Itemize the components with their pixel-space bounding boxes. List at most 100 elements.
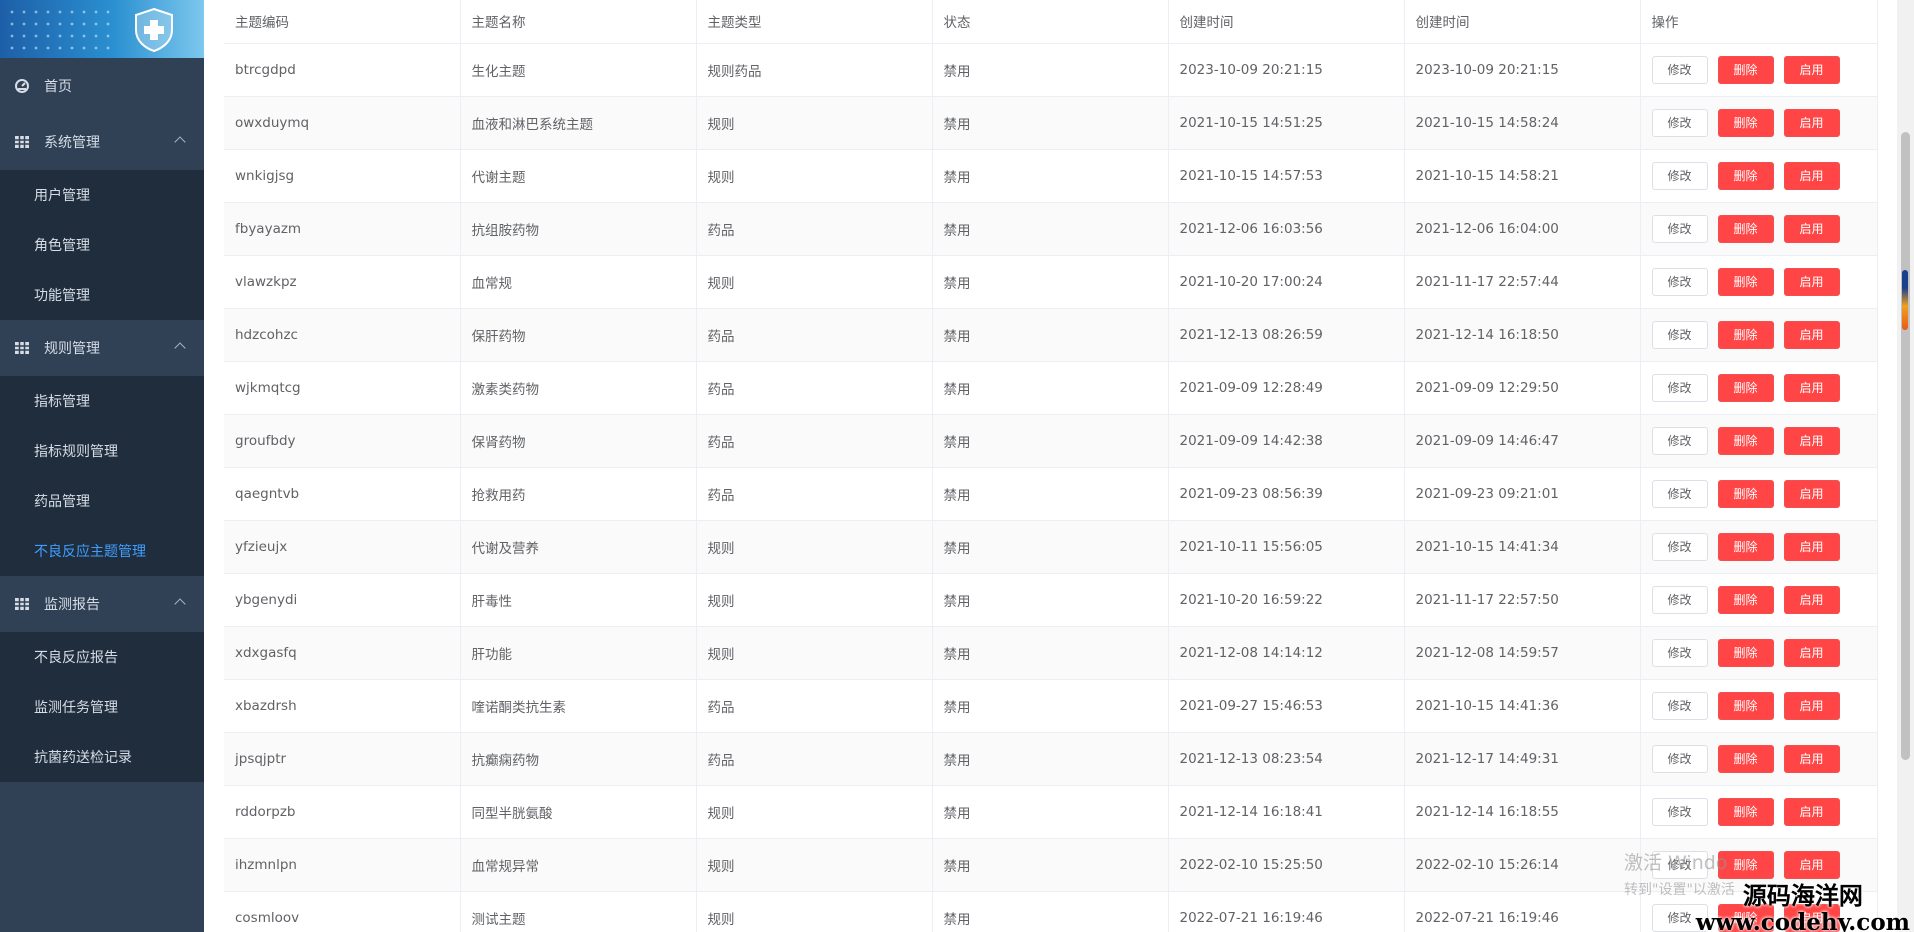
cell-topic-code: wnkigjsg <box>224 149 461 203</box>
delete-button[interactable]: 删除 <box>1717 638 1774 667</box>
submenu-user-management[interactable]: 用户管理 <box>0 170 204 220</box>
cell-created-time-2: 2021-10-15 14:58:21 <box>1404 149 1641 203</box>
edit-button[interactable]: 修改 <box>1651 267 1708 296</box>
menu-rule-management[interactable]: 规则管理 <box>0 320 204 376</box>
edit-button[interactable]: 修改 <box>1651 320 1708 349</box>
enable-button[interactable]: 启用 <box>1783 691 1840 720</box>
submenu-adverse-reaction-report[interactable]: 不良反应报告 <box>0 632 204 682</box>
cell-created-time-2: 2021-10-15 14:41:36 <box>1404 679 1641 733</box>
edit-button[interactable]: 修改 <box>1651 161 1708 190</box>
enable-button[interactable]: 启用 <box>1783 585 1840 614</box>
cell-topic-code: rddorpzb <box>224 785 461 839</box>
cell-actions: 修改 删除 启用 <box>1640 573 1878 627</box>
cell-actions: 修改 删除 启用 <box>1640 467 1878 521</box>
enable-button[interactable]: 启用 <box>1783 479 1840 508</box>
scrollbar-thumb[interactable] <box>1901 132 1910 760</box>
activate-title: 激活 Windo <box>1624 852 1728 874</box>
delete-button[interactable]: 删除 <box>1717 320 1774 349</box>
delete-button[interactable]: 删除 <box>1717 744 1774 773</box>
edit-button[interactable]: 修改 <box>1651 55 1708 84</box>
cell-topic-type: 规则 <box>696 573 933 627</box>
submenu-drug-management[interactable]: 药品管理 <box>0 476 204 526</box>
delete-button[interactable]: 删除 <box>1717 585 1774 614</box>
cell-topic-name: 代谢主题 <box>460 149 697 203</box>
cell-status: 禁用 <box>932 202 1169 256</box>
delete-button[interactable]: 删除 <box>1717 267 1774 296</box>
chevron-up-icon <box>174 598 186 610</box>
submenu-adverse-reaction-topic-management[interactable]: 不良反应主题管理 <box>0 526 204 576</box>
cell-topic-name: 保肾药物 <box>460 414 697 468</box>
cell-topic-type: 药品 <box>696 732 933 786</box>
header-created-time-2[interactable]: 创建时间 <box>1404 0 1641 44</box>
cell-topic-code: cosmloov <box>224 891 461 932</box>
edit-button[interactable]: 修改 <box>1651 691 1708 720</box>
edit-button[interactable]: 修改 <box>1651 585 1708 614</box>
edit-button[interactable]: 修改 <box>1651 479 1708 508</box>
submenu-monitoring-task-management[interactable]: 监测任务管理 <box>0 682 204 732</box>
cell-topic-type: 药品 <box>696 414 933 468</box>
cell-topic-name: 血常规异常 <box>460 838 697 892</box>
submenu-indicator-rule-management[interactable]: 指标规则管理 <box>0 426 204 476</box>
edit-button[interactable]: 修改 <box>1651 373 1708 402</box>
cell-status: 禁用 <box>932 785 1169 839</box>
row-actions: 修改 删除 启用 <box>1651 161 1877 190</box>
submenu-antibiotic-inspection-record[interactable]: 抗菌药送检记录 <box>0 732 204 782</box>
enable-button[interactable]: 启用 <box>1783 638 1840 667</box>
enable-button[interactable]: 启用 <box>1783 108 1840 137</box>
delete-button[interactable]: 删除 <box>1717 214 1774 243</box>
header-status[interactable]: 状态 <box>932 0 1169 44</box>
header-topic-type[interactable]: 主题类型 <box>696 0 933 44</box>
enable-button[interactable]: 启用 <box>1783 320 1840 349</box>
table-row: wjkmqtcg 激素类药物 药品 禁用 2021-09-09 12:28:49 2021… <box>224 361 1878 415</box>
delete-button[interactable]: 删除 <box>1717 426 1774 455</box>
delete-button[interactable]: 删除 <box>1717 797 1774 826</box>
enable-button[interactable]: 启用 <box>1783 267 1840 296</box>
delete-button[interactable]: 删除 <box>1717 373 1774 402</box>
menu-label: 首页 <box>44 79 72 95</box>
enable-button[interactable]: 启用 <box>1783 532 1840 561</box>
delete-button[interactable]: 删除 <box>1717 161 1774 190</box>
delete-button[interactable]: 删除 <box>1717 532 1774 561</box>
app-logo[interactable] <box>0 0 204 58</box>
enable-button[interactable]: 启用 <box>1783 55 1840 84</box>
delete-button[interactable]: 删除 <box>1717 108 1774 137</box>
menu-system-management[interactable]: 系统管理 <box>0 114 204 170</box>
submenu-role-management[interactable]: 角色管理 <box>0 220 204 270</box>
cell-actions: 修改 删除 启用 <box>1640 255 1878 309</box>
cell-actions: 修改 删除 启用 <box>1640 414 1878 468</box>
header-created-time[interactable]: 创建时间 <box>1168 0 1405 44</box>
edit-button[interactable]: 修改 <box>1651 638 1708 667</box>
enable-button[interactable]: 启用 <box>1783 744 1840 773</box>
edit-button[interactable]: 修改 <box>1651 532 1708 561</box>
cell-topic-code: ihzmnlpn <box>224 838 461 892</box>
cell-topic-type: 药品 <box>696 467 933 521</box>
submenu-function-management[interactable]: 功能管理 <box>0 270 204 320</box>
menu-monitoring-report[interactable]: 监测报告 <box>0 576 204 632</box>
row-actions: 修改 删除 启用 <box>1651 479 1877 508</box>
edit-button[interactable]: 修改 <box>1651 108 1708 137</box>
header-topic-code[interactable]: 主题编码 <box>224 0 461 44</box>
submenu-indicator-management[interactable]: 指标管理 <box>0 376 204 426</box>
cell-topic-code: owxduymq <box>224 96 461 150</box>
enable-button[interactable]: 启用 <box>1783 797 1840 826</box>
edit-button[interactable]: 修改 <box>1651 797 1708 826</box>
edit-button[interactable]: 修改 <box>1651 426 1708 455</box>
cell-topic-type: 规则 <box>696 149 933 203</box>
edit-button[interactable]: 修改 <box>1651 744 1708 773</box>
cell-topic-name: 血液和淋巴系统主题 <box>460 96 697 150</box>
delete-button[interactable]: 删除 <box>1717 691 1774 720</box>
delete-button[interactable]: 删除 <box>1717 479 1774 508</box>
enable-button[interactable]: 启用 <box>1783 426 1840 455</box>
enable-button[interactable]: 启用 <box>1783 373 1840 402</box>
cell-created-time: 2022-07-21 16:19:46 <box>1168 891 1405 932</box>
menu-home[interactable]: 首页 <box>0 58 204 114</box>
cell-actions: 修改 删除 启用 <box>1640 43 1878 97</box>
header-topic-name[interactable]: 主题名称 <box>460 0 697 44</box>
table-row: wnkigjsg 代谢主题 规则 禁用 2021-10-15 14:57:53 2021-… <box>224 149 1878 203</box>
edit-button[interactable]: 修改 <box>1651 214 1708 243</box>
enable-button[interactable]: 启用 <box>1783 214 1840 243</box>
delete-button[interactable]: 删除 <box>1717 55 1774 84</box>
enable-button[interactable]: 启用 <box>1783 161 1840 190</box>
enable-button[interactable]: 启用 <box>1783 850 1840 879</box>
vertical-scrollbar[interactable] <box>1897 0 1914 932</box>
